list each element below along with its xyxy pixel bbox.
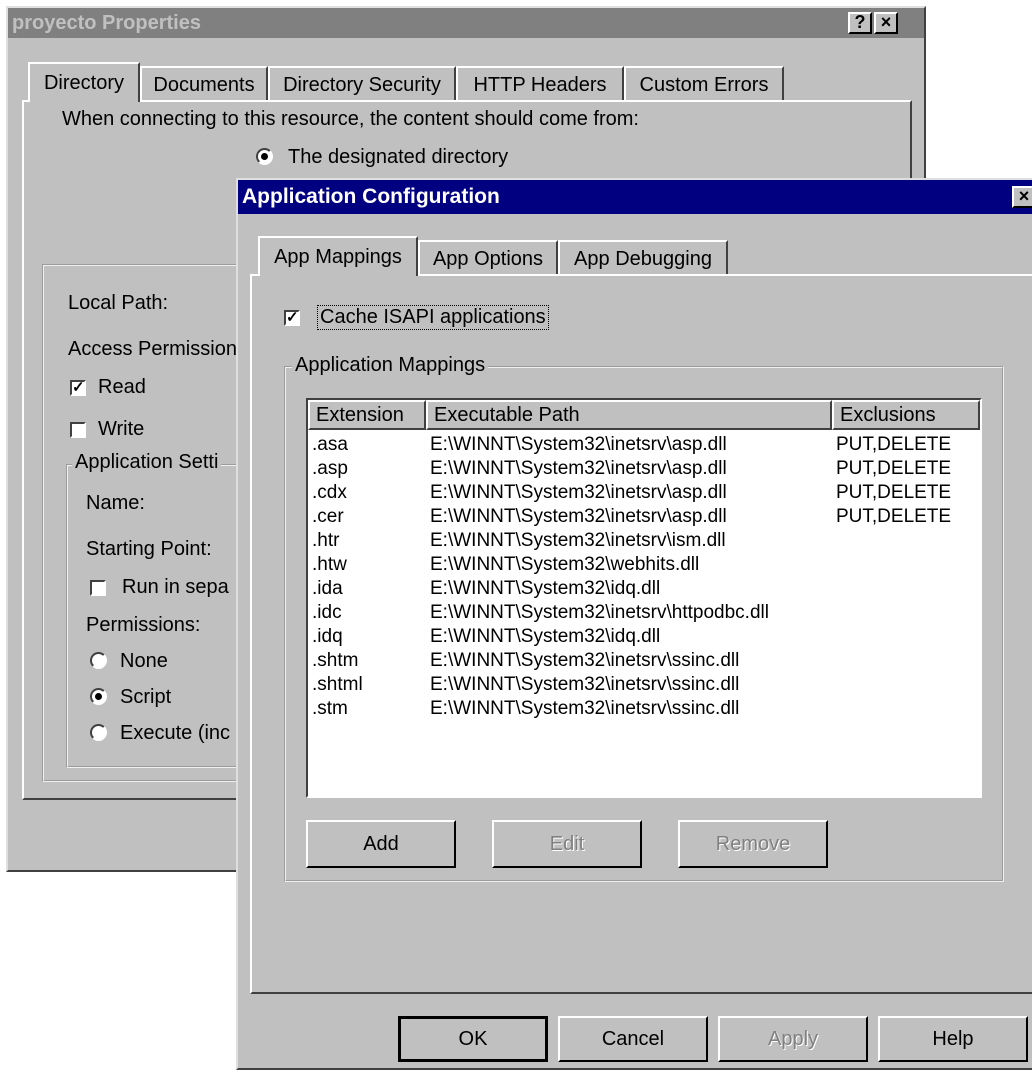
executable-path-cell: E:\WINNT\System32\idq.dll [430, 578, 661, 599]
table-row[interactable]: .stm E:\WINNT\System32\inetsrv\ssinc.dll [308, 698, 980, 722]
table-row[interactable]: .shtm E:\WINNT\System32\inetsrv\ssinc.dll [308, 650, 980, 674]
executable-path-cell: E:\WINNT\System32\inetsrv\asp.dll [430, 458, 727, 479]
app-name-label: Name: [86, 492, 145, 514]
executable-path-cell: E:\WINNT\System32\inetsrv\ssinc.dll [430, 674, 740, 695]
run-separate-label: Run in sepa [122, 576, 229, 598]
extension-cell: .stm [312, 698, 348, 719]
extension-cell: .cer [312, 506, 344, 527]
extension-cell: .cdx [312, 482, 347, 503]
extension-cell: .shtm [312, 650, 359, 671]
read-checkbox[interactable]: ✓ [70, 380, 86, 396]
edit-button: Edit [492, 820, 642, 868]
extension-cell: .idq [312, 626, 343, 647]
application-settings-title: Application Setti [72, 451, 222, 474]
close-icon[interactable]: × [874, 12, 898, 34]
cache-isapi-checkbox[interactable]: ✓ [284, 310, 300, 326]
executable-path-cell: E:\WINNT\System32\webhits.dll [430, 554, 700, 575]
add-button[interactable]: Add [306, 820, 456, 868]
table-row[interactable]: .htw E:\WINNT\System32\webhits.dll [308, 554, 980, 578]
extension-cell: .shtml [312, 674, 363, 695]
designated-directory-label: The designated directory [288, 146, 509, 168]
app-config-title-bar[interactable]: Application Configuration [238, 180, 1032, 214]
properties-title-bar[interactable]: proyecto Properties [8, 8, 924, 38]
app-config-title: Application Configuration [242, 185, 500, 208]
connect-source-label: When connecting to this resource, the co… [62, 108, 639, 130]
extension-cell: .asa [312, 434, 348, 455]
executable-path-cell: E:\WINNT\System32\inetsrv\ssinc.dll [430, 650, 740, 671]
extension-cell: .htw [312, 554, 347, 575]
write-label: Write [98, 418, 145, 440]
local-path-label: Local Path: [68, 292, 169, 314]
read-label: Read [98, 376, 146, 398]
exclusions-cell: PUT,DELETE [836, 482, 952, 503]
table-row[interactable]: .ida E:\WINNT\System32\idq.dll [308, 578, 980, 602]
column-header-extension[interactable]: Extension [308, 400, 426, 430]
tab-custom-errors[interactable]: Custom Errors [624, 66, 784, 102]
perm-execute-radio[interactable] [90, 724, 107, 741]
tab-app-debugging[interactable]: App Debugging [558, 240, 728, 276]
extension-cell: .htr [312, 530, 340, 551]
table-row[interactable]: .shtml E:\WINNT\System32\inetsrv\ssinc.dl… [308, 674, 980, 698]
exclusions-cell: PUT,DELETE [836, 434, 952, 455]
table-row[interactable]: .idq E:\WINNT\System32\idq.dll [308, 626, 980, 650]
tab-directory-security[interactable]: Directory Security [268, 66, 456, 102]
table-row[interactable]: .asp E:\WINNT\System32\inetsrv\asp.dll PUT… [308, 458, 980, 482]
tab-app-mappings[interactable]: App Mappings [258, 236, 418, 276]
tab-documents[interactable]: Documents [140, 66, 268, 102]
table-row[interactable]: .htr E:\WINNT\System32\inetsrv\ism.dll [308, 530, 980, 554]
perm-none-radio[interactable] [90, 652, 107, 669]
extension-cell: .idc [312, 602, 342, 623]
extension-cell: .ida [312, 578, 343, 599]
application-configuration-dialog: Application Configuration × App Mappings… [236, 178, 1032, 1070]
access-permissions-label: Access Permission [68, 338, 237, 360]
executable-path-cell: E:\WINNT\System32\idq.dll [430, 626, 661, 647]
run-separate-checkbox[interactable] [90, 580, 106, 596]
executable-path-cell: E:\WINNT\System32\inetsrv\asp.dll [430, 506, 727, 527]
exclusions-cell: PUT,DELETE [836, 506, 952, 527]
permissions-label: Permissions: [86, 614, 201, 636]
exclusions-cell: PUT,DELETE [836, 458, 952, 479]
executable-path-cell: E:\WINNT\System32\inetsrv\asp.dll [430, 434, 727, 455]
write-checkbox[interactable] [70, 422, 86, 438]
perm-execute-label: Execute (inc [120, 722, 231, 744]
column-header-exclusions[interactable]: Exclusions [832, 400, 980, 430]
table-row[interactable]: .cdx E:\WINNT\System32\inetsrv\asp.dll PUT… [308, 482, 980, 506]
properties-title: proyecto Properties [12, 11, 201, 34]
table-row[interactable]: .asa E:\WINNT\System32\inetsrv\asp.dll PUT… [308, 434, 980, 458]
tab-directory[interactable]: Directory [28, 62, 140, 102]
cancel-button[interactable]: Cancel [558, 1016, 708, 1062]
table-row[interactable]: .idc E:\WINNT\System32\inetsrv\httpodbc.d… [308, 602, 980, 626]
help-question-icon[interactable]: ? [848, 12, 872, 34]
cache-isapi-label: Cache ISAPI applications [317, 305, 549, 330]
help-button[interactable]: Help [878, 1016, 1028, 1062]
perm-script-label: Script [120, 686, 172, 708]
extension-cell: .asp [312, 458, 348, 479]
application-mappings-title: Application Mappings [292, 354, 489, 377]
dialog-close-icon[interactable]: × [1012, 186, 1032, 208]
remove-button: Remove [678, 820, 828, 868]
ok-button[interactable]: OK [398, 1016, 548, 1062]
perm-script-radio[interactable] [90, 688, 107, 705]
column-header-executable-path[interactable]: Executable Path [426, 400, 832, 430]
starting-point-label: Starting Point: [86, 538, 212, 560]
executable-path-cell: E:\WINNT\System32\inetsrv\httpodbc.dll [430, 602, 769, 623]
designated-directory-radio[interactable] [256, 148, 273, 165]
executable-path-cell: E:\WINNT\System32\inetsrv\ssinc.dll [430, 698, 740, 719]
executable-path-cell: E:\WINNT\System32\inetsrv\asp.dll [430, 482, 727, 503]
table-row[interactable]: .cer E:\WINNT\System32\inetsrv\asp.dll PUT… [308, 506, 980, 530]
apply-button: Apply [718, 1016, 868, 1062]
tab-http-headers[interactable]: HTTP Headers [456, 66, 624, 102]
mappings-list[interactable]: Extension Executable Path Exclusions .as… [306, 398, 982, 798]
executable-path-cell: E:\WINNT\System32\inetsrv\ism.dll [430, 530, 726, 551]
tab-app-options[interactable]: App Options [418, 240, 558, 276]
perm-none-label: None [120, 650, 168, 672]
